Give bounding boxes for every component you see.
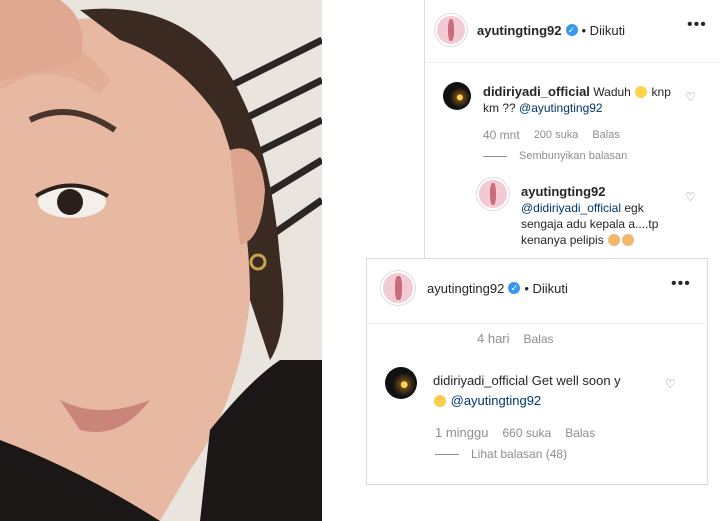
folded-hands-emoji-icon bbox=[608, 234, 621, 246]
hide-replies-label[interactable]: Sembunyikan balasan bbox=[519, 150, 627, 162]
prev-reply-link[interactable]: Balas bbox=[524, 332, 554, 346]
selfie-photo bbox=[0, 0, 322, 521]
view-replies-label[interactable]: Lihat balasan (48) bbox=[471, 447, 567, 461]
follow-status-2[interactable]: • Diikuti bbox=[524, 281, 568, 296]
folded-hands-emoji-icon bbox=[622, 234, 635, 246]
reply-link-2[interactable]: Balas bbox=[565, 426, 595, 440]
header-divider-2 bbox=[367, 323, 707, 324]
header-username-2[interactable]: ayutingting92 bbox=[427, 281, 504, 296]
comment-likes-2[interactable]: 660 suka bbox=[502, 426, 551, 440]
like-heart-icon[interactable]: ♡ bbox=[685, 90, 697, 104]
post-header-2: ayutingting92 ✓ • Diikuti bbox=[381, 271, 568, 305]
comment-body: didiriyadi_official Waduh knp km ?? @ayu… bbox=[483, 84, 683, 116]
commenter-avatar[interactable] bbox=[443, 82, 471, 110]
screaming-face-emoji-icon bbox=[635, 86, 648, 98]
reply-username[interactable]: ayutingting92 bbox=[521, 184, 681, 200]
more-options-icon-2[interactable]: ••• bbox=[671, 275, 691, 293]
smiling-face-emoji-icon bbox=[434, 395, 446, 407]
comments-panel-top: ayutingting92 ✓ • Diikuti ••• didiriyadi… bbox=[424, 0, 720, 262]
comment-username[interactable]: didiriyadi_official bbox=[483, 84, 590, 99]
comment-likes[interactable]: 200 suka bbox=[534, 129, 579, 141]
reply-like-heart-icon[interactable]: ♡ bbox=[685, 190, 697, 204]
post-header: ayutingting92 ✓ • Diikuti bbox=[435, 14, 625, 46]
header-divider bbox=[425, 62, 720, 63]
reply-mention[interactable]: @didiriyadi_official bbox=[521, 201, 621, 215]
follow-status[interactable]: • Diikuti bbox=[582, 23, 626, 38]
view-replies-link[interactable]: Lihat balasan (48) bbox=[435, 447, 581, 461]
like-heart-icon-2[interactable]: ♡ bbox=[665, 377, 677, 391]
comment-text: Waduh bbox=[593, 85, 631, 99]
comment-time: 40 mnt bbox=[483, 128, 520, 142]
verified-badge-icon-2: ✓ bbox=[508, 282, 521, 294]
comment-meta-2: 1 minggu 660 suka Balas bbox=[435, 425, 609, 440]
selfie-illustration bbox=[0, 0, 322, 521]
comment-mention[interactable]: @ayutingting92 bbox=[519, 101, 603, 115]
reply-link[interactable]: Balas bbox=[592, 129, 620, 141]
comment-time-2: 1 minggu bbox=[435, 425, 489, 440]
replies-line bbox=[483, 155, 507, 157]
hide-replies-link[interactable]: Sembunyikan balasan bbox=[483, 150, 641, 162]
header-username[interactable]: ayutingting92 bbox=[477, 23, 562, 38]
prev-comment-meta: 4 hari Balas bbox=[477, 331, 568, 346]
profile-avatar-2[interactable] bbox=[381, 271, 415, 305]
verified-badge-icon: ✓ bbox=[565, 24, 578, 36]
comment-username-2[interactable]: didiriyadi_official bbox=[433, 373, 528, 388]
profile-avatar[interactable] bbox=[435, 14, 467, 46]
reply-body: ayutingting92 @didiriyadi_official egk s… bbox=[521, 184, 681, 248]
comment-mention-2[interactable]: @ayutingting92 bbox=[451, 393, 542, 408]
comments-panel-bottom: ayutingting92 ✓ • Diikuti ••• 4 hari Bal… bbox=[366, 258, 708, 485]
comment-body-2: didiriyadi_official Get well soon y @ayu… bbox=[433, 371, 663, 411]
replies-line-2 bbox=[435, 453, 459, 455]
comment-text-3: Get well soon y bbox=[531, 373, 621, 388]
more-options-icon[interactable]: ••• bbox=[687, 16, 707, 34]
prev-comment-time: 4 hari bbox=[477, 331, 510, 346]
commenter-avatar-2[interactable] bbox=[385, 367, 417, 399]
comment-meta: 40 mnt 200 suka Balas bbox=[483, 128, 634, 142]
reply-avatar[interactable] bbox=[477, 178, 509, 210]
